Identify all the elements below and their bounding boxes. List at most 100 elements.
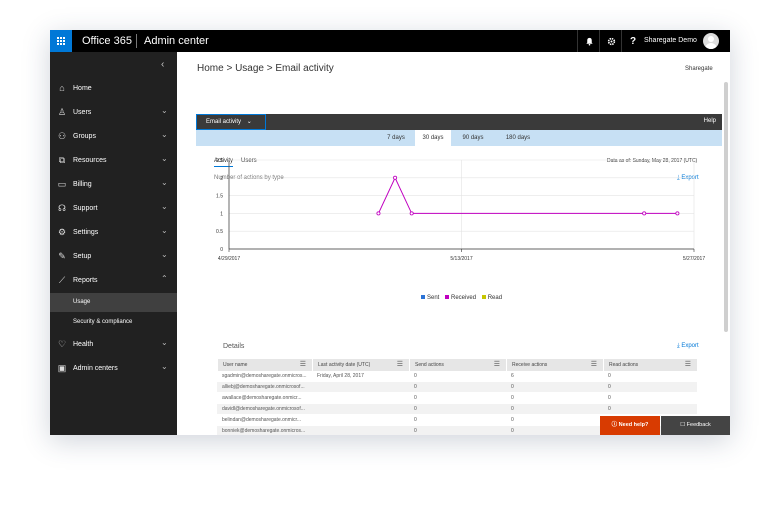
user-icon: ♙ bbox=[57, 107, 67, 117]
waffle-icon bbox=[56, 36, 66, 46]
sidebar-item-label: Users bbox=[73, 109, 92, 116]
legend-received[interactable]: Received bbox=[451, 295, 476, 301]
table-cell bbox=[312, 382, 409, 392]
export-details-button[interactable]: ⤓ Export bbox=[677, 343, 699, 350]
table-cell bbox=[312, 404, 409, 414]
top-bar: Office 365 Admin center ? Sharegate Demo bbox=[50, 30, 730, 52]
sidebar-item-support[interactable]: ☊ Support ⌄ bbox=[50, 198, 177, 218]
data-point bbox=[393, 175, 398, 180]
table-cell bbox=[312, 393, 409, 403]
feedback-button[interactable]: ☐ Feedback bbox=[661, 416, 730, 435]
chevron-down-icon: ⌄ bbox=[161, 202, 168, 211]
column-header-last-activity[interactable]: Last activity date (UTC) ☰ bbox=[312, 359, 409, 371]
table-cell: 0 bbox=[511, 428, 514, 434]
details-heading: Details bbox=[223, 343, 245, 350]
table-cell: 0 bbox=[608, 395, 611, 401]
help-icon: ? bbox=[629, 35, 637, 47]
app-subtitle[interactable]: Admin center bbox=[144, 35, 209, 47]
sidebar-item-label: Billing bbox=[73, 181, 92, 188]
table-cell: 0 bbox=[414, 428, 417, 434]
sidebar-item-groups[interactable]: ⚇ Groups ⌄ bbox=[50, 126, 177, 146]
sidebar-subitem-usage[interactable]: Usage bbox=[50, 293, 177, 312]
table-cell: 0 bbox=[511, 384, 514, 390]
avatar[interactable] bbox=[703, 33, 719, 49]
column-label: Read actions bbox=[609, 362, 639, 368]
need-help-button[interactable]: ⓘ Need help? bbox=[600, 416, 660, 435]
x-tick-label: 5/13/2017 bbox=[450, 256, 472, 262]
chart-legend: Sent Received Read bbox=[417, 295, 502, 301]
column-header-receive-actions[interactable]: Receive actions ☰ bbox=[506, 359, 603, 371]
column-header-send-actions[interactable]: Send actions ☰ bbox=[409, 359, 506, 371]
sidebar-item-billing[interactable]: ▭ Billing ⌄ bbox=[50, 174, 177, 194]
sidebar-item-settings[interactable]: ⚙ Settings ⌄ bbox=[50, 222, 177, 242]
table-cell: 0 bbox=[511, 395, 514, 401]
table-cell: Friday, April 28, 2017 bbox=[317, 373, 364, 379]
headset-icon: ☊ bbox=[58, 203, 66, 213]
column-menu-icon[interactable]: ☰ bbox=[300, 361, 306, 369]
column-header-user-name[interactable]: User name ☰ bbox=[217, 359, 312, 371]
sidebar-item-label: Reports bbox=[73, 277, 98, 284]
column-menu-icon[interactable]: ☰ bbox=[685, 361, 691, 369]
user-name[interactable]: Sharegate Demo bbox=[644, 36, 697, 45]
sidebar-item-admin-centers[interactable]: ▣ Admin centers ⌄ bbox=[50, 358, 177, 378]
table-row[interactable]: alliebj@demosharegate.onmicrosof... 0 0 0 bbox=[217, 382, 697, 392]
app-launcher-button[interactable] bbox=[50, 30, 72, 52]
app-title[interactable]: Office 365 bbox=[82, 35, 132, 47]
y-tick-label: 1.5 bbox=[216, 194, 223, 200]
sidebar-item-home[interactable]: ⌂ Home bbox=[50, 78, 177, 98]
chevron-down-icon: ⌄ bbox=[161, 338, 168, 347]
column-label: Send actions bbox=[415, 362, 444, 368]
table-cell: sgadmin@demosharegate.onmicros... bbox=[222, 373, 307, 379]
table-row[interactable]: awallace@demosharegate.onmicr... 0 0 0 bbox=[217, 393, 697, 403]
table-cell: 0 bbox=[414, 384, 417, 390]
chevron-down-icon: ⌄ bbox=[161, 106, 168, 115]
y-tick-label: 2 bbox=[220, 176, 223, 182]
gear-icon bbox=[607, 37, 615, 45]
table-cell: 0 bbox=[414, 406, 417, 412]
collapse-sidebar-icon[interactable]: ‹ bbox=[161, 59, 164, 70]
column-header-read-actions[interactable]: Read actions ☰ bbox=[603, 359, 697, 371]
billing-icon: ▭ bbox=[57, 179, 67, 189]
sidebar-item-resources[interactable]: ⧉ Resources ⌄ bbox=[50, 150, 177, 170]
y-tick-label: 1 bbox=[220, 211, 223, 217]
table-row[interactable]: davidl@demosharegate.onmicrosof... 0 0 0 bbox=[217, 404, 697, 414]
line-chart: 0 0.5 1 1.5 2 2.5 4/29/2017 5/13/2017 5/27/2017 bbox=[216, 158, 705, 262]
legend-swatch-received bbox=[445, 295, 450, 300]
chevron-down-icon: ⌄ bbox=[161, 362, 168, 371]
sidebar-item-users[interactable]: ♙ Users ⌄ bbox=[50, 102, 177, 122]
help-button[interactable]: ? bbox=[621, 30, 644, 52]
data-point bbox=[642, 211, 647, 216]
gear-icon: ⚙ bbox=[57, 227, 67, 237]
y-tick-label: 2.5 bbox=[216, 158, 223, 164]
legend-swatch-read bbox=[481, 295, 486, 300]
chevron-down-icon: ⌄ bbox=[161, 178, 168, 187]
table-cell: 0 bbox=[414, 373, 417, 379]
table-cell: 0 bbox=[414, 417, 417, 423]
data-point bbox=[675, 211, 680, 216]
sidebar-item-label: Health bbox=[73, 341, 94, 348]
sidebar-item-reports[interactable]: ⟋ Reports ⌃ bbox=[50, 270, 177, 290]
settings-button[interactable] bbox=[599, 30, 622, 52]
sidebar-subitem-security-compliance[interactable]: Security & compliance bbox=[50, 313, 177, 332]
column-label: Receive actions bbox=[512, 362, 548, 368]
legend-sent[interactable]: Sent bbox=[427, 295, 439, 301]
sidebar-item-health[interactable]: ♡ Health ⌄ bbox=[50, 334, 177, 354]
legend-read[interactable]: Read bbox=[488, 295, 502, 301]
column-menu-icon[interactable]: ☰ bbox=[591, 361, 597, 369]
heart-icon: ♡ bbox=[57, 339, 67, 349]
data-point bbox=[376, 211, 381, 216]
sidebar-item-label: Home bbox=[73, 85, 92, 92]
sidebar-subitem-label: Usage bbox=[73, 299, 91, 305]
main-content: Home > Usage > Email activity Sharegate … bbox=[177, 52, 730, 435]
column-label: Last activity date (UTC) bbox=[318, 362, 371, 368]
table-row[interactable]: sgadmin@demosharegate.onmicros... Friday,… bbox=[217, 371, 697, 381]
sidebar-item-setup[interactable]: ✎ Setup ⌄ bbox=[50, 246, 177, 266]
notifications-button[interactable] bbox=[577, 30, 600, 52]
column-menu-icon[interactable]: ☰ bbox=[397, 361, 403, 369]
y-tick-label: 0.5 bbox=[216, 229, 223, 235]
bell-icon bbox=[585, 37, 593, 46]
table-cell bbox=[312, 426, 409, 435]
column-menu-icon[interactable]: ☰ bbox=[494, 361, 500, 369]
chart-line-icon: ⟋ bbox=[58, 275, 66, 285]
sidebar-item-label: Groups bbox=[73, 133, 96, 140]
